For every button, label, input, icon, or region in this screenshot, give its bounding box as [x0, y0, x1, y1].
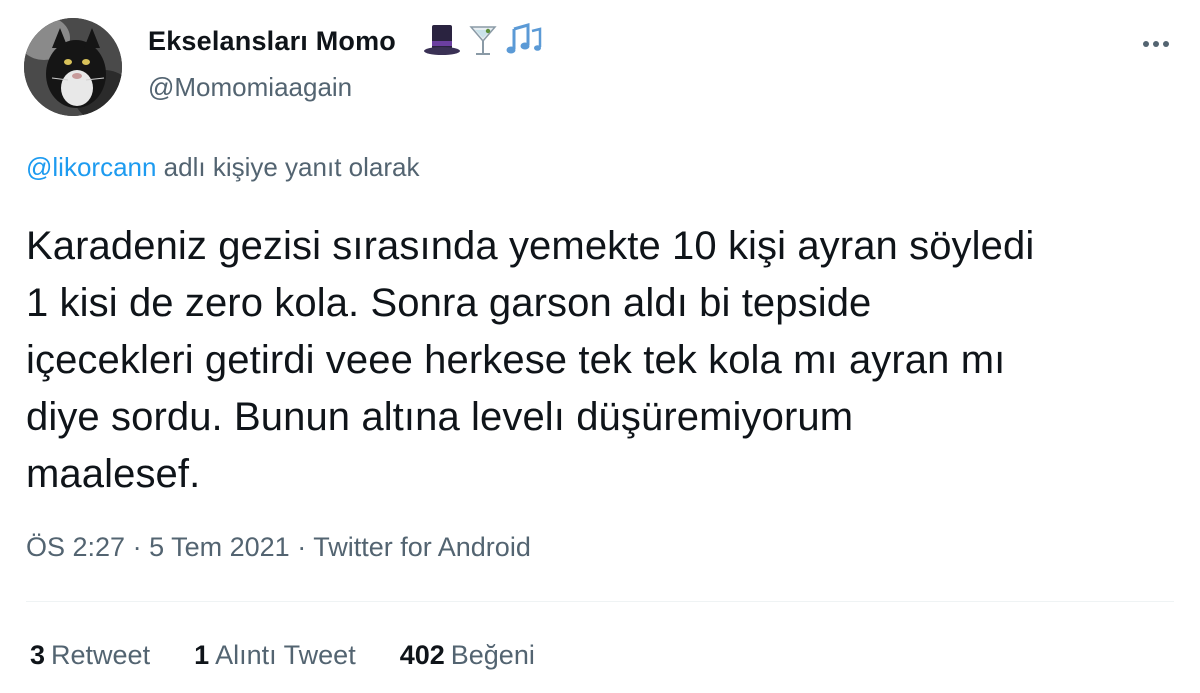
tweet-text-line: 1 kisi de zero kola. Sonra garson aldı b… — [26, 281, 872, 325]
quote-tweets-count: 1 — [194, 640, 210, 670]
tweet-text-line: içecekleri getirdi veee herkese tek tek … — [26, 338, 1006, 382]
tweet-stats: 3 Retweet 1 Alıntı Tweet 402 Beğeni — [30, 640, 535, 671]
likes-label: Beğeni — [450, 640, 535, 670]
meta-separator: · — [297, 532, 307, 562]
likes-count: 402 — [399, 640, 445, 670]
tweet-date[interactable]: 5 Tem 2021 — [149, 532, 290, 562]
tweet-time[interactable]: ÖS 2:27 — [26, 532, 125, 562]
avatar[interactable] — [24, 18, 122, 116]
more-dots-icon — [1143, 41, 1169, 47]
top-hat-icon — [422, 21, 462, 64]
more-options-button[interactable] — [1136, 30, 1176, 58]
cocktail-glass-icon — [468, 21, 498, 64]
tweet-text-line: maalesef. — [26, 452, 201, 496]
likes-stat[interactable]: 402 Beğeni — [400, 640, 535, 671]
reply-context: @likorcann adlı kişiye yanıt olarak — [26, 152, 419, 183]
tweet-text-line: diye sordu. Bunun altına levelı düşüremi… — [26, 395, 854, 439]
tweet-text: Karadeniz gezisi sırasında yemekte 10 ki… — [26, 218, 1176, 503]
display-name-emojis — [422, 22, 544, 62]
music-notes-icon — [504, 21, 544, 64]
quote-tweets-label: Alıntı Tweet — [215, 640, 356, 670]
tweet-text-line: Karadeniz gezisi sırasında yemekte 10 ki… — [26, 224, 1035, 268]
reply-mention-link[interactable]: @likorcann — [26, 152, 156, 182]
meta-separator: · — [132, 532, 142, 562]
tweet-source-link[interactable]: Twitter for Android — [313, 532, 531, 562]
retweets-stat[interactable]: 3 Retweet — [30, 640, 150, 671]
quote-tweets-stat[interactable]: 1 Alıntı Tweet — [194, 640, 356, 671]
retweets-count: 3 — [30, 640, 46, 670]
tweet-metadata: ÖS 2:27 · 5 Tem 2021 · Twitter for Andro… — [26, 532, 531, 563]
tweet-detail: Ekselansları Momo @Momomiaagain @likorca… — [0, 0, 1200, 693]
user-handle[interactable]: @Momomiaagain — [148, 72, 352, 103]
avatar-cat-image — [24, 18, 122, 116]
divider — [26, 601, 1174, 602]
retweets-label: Retweet — [51, 640, 151, 670]
reply-context-label: adlı kişiye yanıt olarak — [156, 152, 420, 182]
display-name[interactable]: Ekselansları Momo — [148, 26, 396, 57]
